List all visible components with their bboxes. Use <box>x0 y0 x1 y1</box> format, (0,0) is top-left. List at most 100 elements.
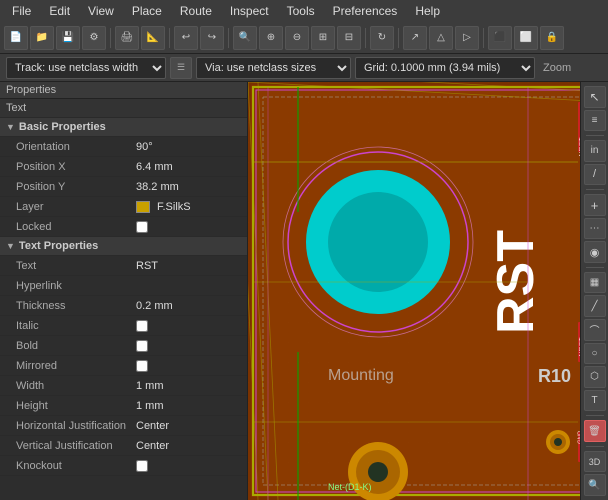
rtool-sep3 <box>586 267 604 268</box>
plot-button[interactable]: 📐 <box>141 26 165 50</box>
redo-button[interactable]: ↪ <box>200 26 224 50</box>
new-button[interactable]: 📄 <box>4 26 28 50</box>
track-select[interactable]: Track: use netclass width <box>6 57 166 79</box>
prop-knockout-value[interactable] <box>136 460 241 472</box>
menu-inspect[interactable]: Inspect <box>222 2 277 20</box>
prop-bold-name: Bold <box>16 340 136 352</box>
prop-locked: Locked <box>0 217 247 237</box>
prop-positionx-name: Position X <box>16 161 136 173</box>
zoom-tool[interactable]: in <box>584 140 606 162</box>
zoom-in-button[interactable]: ⊕ <box>259 26 283 50</box>
prop-hjust-name: Horizontal Justification <box>16 420 136 432</box>
refresh-button[interactable]: ↻ <box>370 26 394 50</box>
zoom-out-button[interactable]: ⊖ <box>285 26 309 50</box>
prop-hyperlink: Hyperlink <box>0 276 247 296</box>
add-arc[interactable]: ⌒ <box>584 319 606 341</box>
prop-hyperlink-name: Hyperlink <box>16 280 136 292</box>
clearance-button[interactable]: △ <box>429 26 453 50</box>
zoom-selection-button[interactable]: ⊟ <box>337 26 361 50</box>
menu-place[interactable]: Place <box>124 2 170 20</box>
text-properties-header[interactable]: ▼ Text Properties <box>0 237 247 256</box>
undo-button[interactable]: ↩ <box>174 26 198 50</box>
sep3 <box>228 28 229 48</box>
layer-button[interactable]: ⬛ <box>488 26 512 50</box>
add-polygon[interactable]: ⬡ <box>584 366 606 388</box>
prop-thickness: Thickness 0.2 mm <box>0 296 247 316</box>
menu-view[interactable]: View <box>80 2 122 20</box>
grid-select[interactable]: Grid: 0.1000 mm (3.94 mils) <box>355 57 535 79</box>
prop-height-value: 1 mm <box>136 400 241 412</box>
rtool-sep2 <box>586 189 604 190</box>
via-select[interactable]: Via: use netclass sizes <box>196 57 351 79</box>
prop-bold-value[interactable] <box>136 340 241 352</box>
add-footprint[interactable]: + <box>584 194 606 216</box>
main-area: Properties Text ▼ Basic Properties Orien… <box>0 82 608 500</box>
locked-checkbox[interactable] <box>136 221 148 233</box>
prop-vjust: Vertical Justification Center <box>0 436 247 456</box>
text-section-label: Text Properties <box>19 240 98 252</box>
add-circle[interactable]: ○ <box>584 343 606 365</box>
prop-width-value: 1 mm <box>136 380 241 392</box>
basic-properties-header[interactable]: ▼ Basic Properties <box>0 118 247 137</box>
add-text[interactable]: T <box>584 390 606 412</box>
bold-checkbox[interactable] <box>136 340 148 352</box>
zoom-fit-button[interactable]: ⊞ <box>311 26 335 50</box>
italic-checkbox[interactable] <box>136 320 148 332</box>
print-button[interactable]: 🖨 <box>115 26 139 50</box>
delete-tool[interactable]: 🗑 <box>584 420 606 442</box>
rtool-sep1 <box>586 135 604 136</box>
rtool-sep5 <box>586 446 604 447</box>
netinspect-button[interactable]: ⬜ <box>514 26 538 50</box>
3d-view[interactable]: 3D <box>584 451 606 473</box>
inspect-tool[interactable]: 🔍 <box>584 474 606 496</box>
prop-orientation: Orientation 90° <box>0 137 247 157</box>
schematic-button[interactable]: ⚙ <box>82 26 106 50</box>
add-track[interactable]: ⋯ <box>584 218 606 240</box>
menu-tools[interactable]: Tools <box>279 2 323 20</box>
menu-help[interactable]: Help <box>407 2 448 20</box>
add-zone[interactable]: ▦ <box>584 272 606 294</box>
add-via[interactable]: ◉ <box>584 241 606 263</box>
add-line[interactable]: ╱ <box>584 295 606 317</box>
mirrored-checkbox[interactable] <box>136 360 148 372</box>
svg-text:Net-(D1-K): Net-(D1-K) <box>328 482 372 492</box>
save-button[interactable]: 💾 <box>56 26 80 50</box>
prop-locked-value[interactable] <box>136 221 241 233</box>
drc-button[interactable]: ▷ <box>455 26 479 50</box>
prop-width-name: Width <box>16 380 136 392</box>
prop-mirrored-name: Mirrored <box>16 360 136 372</box>
prop-height: Height 1 mm <box>0 396 247 416</box>
open-button[interactable]: 📁 <box>30 26 54 50</box>
prop-positionx: Position X 6.4 mm <box>0 157 247 177</box>
prop-hjust: Horizontal Justification Center <box>0 416 247 436</box>
prop-hjust-value: Center <box>136 420 241 432</box>
knockout-checkbox[interactable] <box>136 460 148 472</box>
menu-edit[interactable]: Edit <box>41 2 78 20</box>
lock-button[interactable]: 🔒 <box>540 26 564 50</box>
menu-file[interactable]: File <box>4 2 39 20</box>
measure-tool[interactable]: / <box>584 164 606 186</box>
sep4 <box>365 28 366 48</box>
properties-panel: Properties Text ▼ Basic Properties Orien… <box>0 82 248 500</box>
track-via-bar: Track: use netclass width ☰ Via: use net… <box>0 54 608 82</box>
pcb-canvas-area[interactable]: RST Mounting R10 NRST NRST GND <box>248 82 608 500</box>
route-tool[interactable]: ≡ <box>584 110 606 132</box>
menu-preferences[interactable]: Preferences <box>325 2 406 20</box>
prop-height-name: Height <box>16 400 136 412</box>
track-settings-icon[interactable]: ☰ <box>170 57 192 79</box>
prop-mirrored-value[interactable] <box>136 360 241 372</box>
find-button[interactable]: 🔍 <box>233 26 257 50</box>
basic-arrow-icon: ▼ <box>6 122 15 132</box>
layer-color-swatch <box>136 201 150 213</box>
ratsnest-button[interactable]: ↗ <box>403 26 427 50</box>
basic-section-label: Basic Properties <box>19 121 106 133</box>
menu-route[interactable]: Route <box>172 2 220 20</box>
select-tool[interactable]: ↖ <box>584 86 606 108</box>
prop-orientation-value: 90° <box>136 141 241 153</box>
prop-italic: Italic <box>0 316 247 336</box>
prop-italic-value[interactable] <box>136 320 241 332</box>
prop-layer-name: Layer <box>16 201 136 213</box>
prop-vjust-name: Vertical Justification <box>16 440 136 452</box>
prop-mirrored: Mirrored <box>0 356 247 376</box>
pcb-svg: RST Mounting R10 NRST NRST GND <box>248 82 608 500</box>
